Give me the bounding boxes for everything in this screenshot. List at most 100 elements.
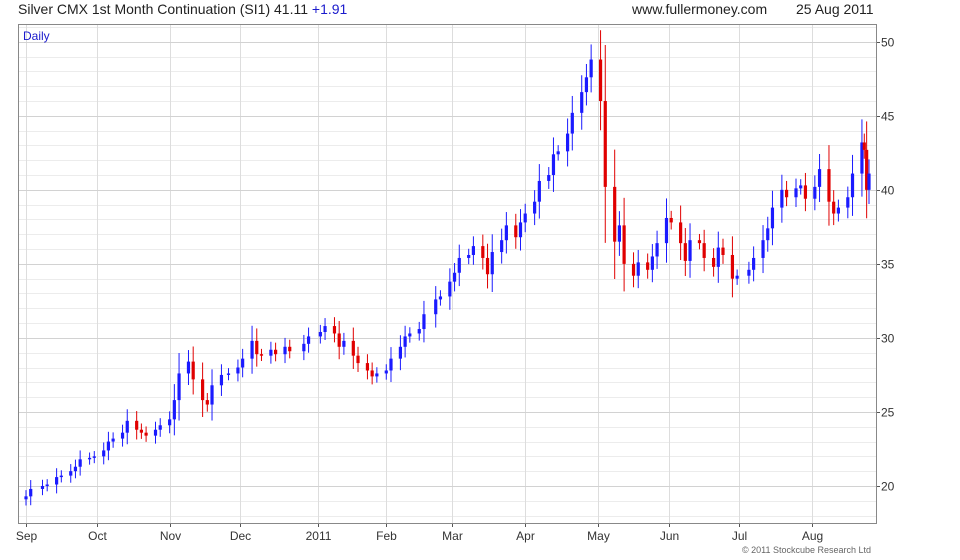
candle-body [87,457,92,460]
candle [547,167,551,189]
candle-body [59,475,63,478]
candle-body [780,189,784,208]
candle-body [471,246,476,255]
candle-body [337,333,341,347]
candle [92,451,96,464]
candle-body [761,240,765,258]
candle-body [613,186,617,242]
candle [518,209,523,251]
minor-grid [18,27,876,517]
candle [865,121,869,219]
x-tick-label: Apr [516,529,535,543]
candle-body [259,354,264,356]
candle [398,335,403,371]
candle-body [288,346,292,352]
copyright-text: © 2011 Stockcube Research Ltd [742,545,872,555]
candle [679,205,683,261]
candle [403,325,407,358]
candle-body [603,100,607,187]
candle-body [679,222,683,244]
candle-body [683,243,687,261]
candle [226,368,231,381]
candle-body [408,333,412,337]
candle [860,119,864,197]
candle [603,45,607,243]
candle-body [580,92,584,113]
candle-body [135,420,139,430]
candle-body [716,247,720,267]
y-tick-label: 35 [881,258,895,272]
candle-body [697,240,702,244]
candle-body [210,385,214,405]
candle [500,228,504,264]
x-tick-label: Dec [230,529,251,543]
candle [504,212,508,254]
candle [485,243,490,289]
candle-body [448,281,452,297]
candle-body [551,154,556,176]
candle [318,324,322,344]
candle [201,362,205,417]
x-tick-label: May [587,529,610,543]
candle [323,318,327,340]
candle-body [730,254,735,279]
candle-body [403,336,407,347]
candle-body [269,349,273,356]
candle-body [356,355,360,364]
candle-body [438,296,443,300]
candle-body [537,180,541,202]
candle [422,300,426,343]
candle-body [172,400,176,420]
candle-body [422,314,426,330]
candle [735,269,739,285]
candle [683,228,687,277]
candle-body [384,370,388,374]
candle-body [318,331,322,337]
x-tick-label: Feb [376,529,397,543]
candle-body [201,379,205,401]
candle-body [655,243,659,257]
candle [747,261,751,284]
candle [69,464,73,483]
candle [570,95,574,151]
candle [846,186,850,219]
candle-body [467,254,471,258]
candle [158,418,162,437]
candle-body [153,429,158,436]
candle [139,423,143,439]
candle [565,118,570,167]
candle [827,145,831,226]
candle-body [375,373,379,377]
vertical-grid [26,24,813,523]
candle [283,337,287,364]
candle [408,327,412,343]
candle [752,246,756,282]
candle [721,238,725,264]
candle-body [813,186,817,199]
candle-body [570,112,574,134]
candle-body [702,243,706,258]
candle [770,190,775,246]
candle [24,490,28,506]
candle-body [827,169,831,202]
candle-body [102,450,106,457]
candle [274,342,278,362]
candle [537,164,541,219]
candle [288,339,292,359]
candle-body [73,466,78,472]
candle [613,149,617,279]
candle-body [617,225,621,242]
candle-body [457,257,461,273]
candle [702,229,706,272]
candle [125,409,129,445]
candle-body [168,419,172,426]
candle-body [45,484,49,486]
y-tick-label: 40 [881,184,895,198]
candle [836,199,840,222]
candle [730,236,735,298]
candle-body [862,142,866,150]
candle-body [55,477,59,485]
candle [636,249,640,289]
candle [589,44,593,93]
candle [784,180,789,207]
